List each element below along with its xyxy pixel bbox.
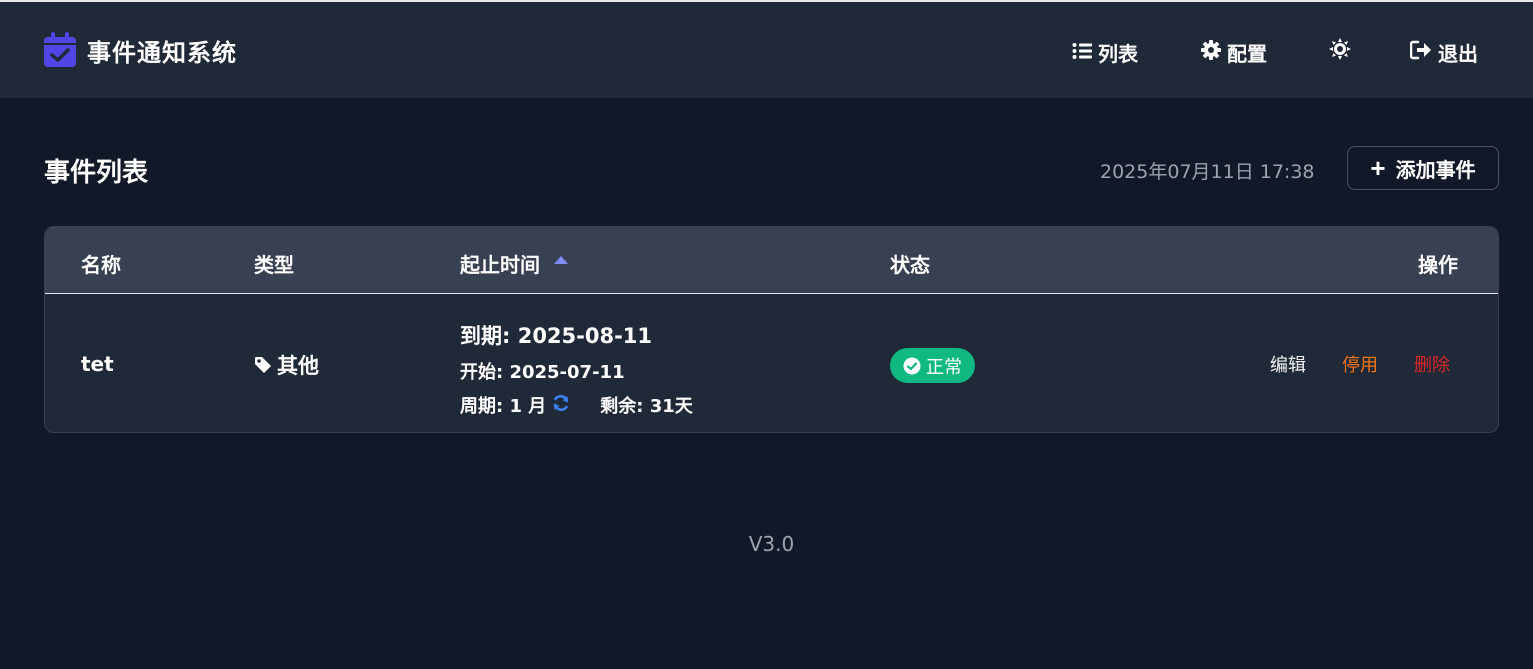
nav-list[interactable]: 列表 (1072, 38, 1138, 67)
nav-logout-label: 退出 (1438, 42, 1478, 66)
sort-asc-icon (554, 255, 568, 264)
page-title: 事件列表 (44, 158, 149, 188)
column-name: 名称 (81, 253, 121, 277)
plus-icon: + (1370, 152, 1386, 183)
nav-logout[interactable]: 退出 (1409, 38, 1478, 67)
column-type: 类型 (254, 253, 294, 277)
tag-icon (255, 357, 271, 373)
current-datetime: 2025年07月11日 17:38 (1100, 161, 1315, 183)
events-table: 名称 类型 起止时间 状态 操作 tet 其他 到期: 2025-08-11 开… (44, 226, 1499, 433)
status-badge: 正常 (890, 348, 975, 383)
nav-list-label: 列表 (1098, 42, 1138, 66)
nav-config-label: 配置 (1227, 42, 1267, 66)
sign-out-icon (1409, 40, 1432, 65)
refresh-icon (552, 394, 570, 417)
event-name: tet (81, 352, 114, 376)
list-icon (1072, 41, 1092, 65)
event-type: 其他 (254, 350, 319, 380)
event-start: 开始: 2025-07-11 (460, 362, 625, 383)
disable-link[interactable]: 停用 (1342, 351, 1378, 377)
sun-icon (1329, 38, 1351, 65)
theme-toggle[interactable] (1329, 38, 1357, 65)
event-remaining: 剩余: 31天 (600, 396, 693, 417)
event-cycle: 周期: 1 月 (460, 396, 547, 417)
edit-link[interactable]: 编辑 (1270, 351, 1306, 377)
add-event-button[interactable]: + 添加事件 (1347, 146, 1499, 190)
add-event-label: 添加事件 (1395, 159, 1476, 182)
check-circle-icon (903, 357, 921, 374)
table-header: 名称 类型 起止时间 状态 操作 (45, 227, 1498, 294)
event-cycle-row: 周期: 1 月 剩余: 31天 (460, 392, 693, 418)
column-time-sortable[interactable]: 起止时间 (460, 249, 568, 278)
brand[interactable]: 事件通知系统 (43, 32, 237, 68)
event-type-label: 其他 (277, 354, 319, 378)
nav-config[interactable]: 配置 (1201, 38, 1267, 67)
table-row: tet 其他 到期: 2025-08-11 开始: 2025-07-11 周期:… (45, 294, 1498, 432)
gear-icon (1201, 40, 1221, 65)
version-label: V3.0 (748, 532, 795, 556)
app-header: 事件通知系统 列表 配置 退出 (0, 2, 1533, 98)
delete-link[interactable]: 删除 (1414, 351, 1450, 377)
app-title: 事件通知系统 (87, 38, 237, 67)
column-status: 状态 (890, 253, 930, 277)
calendar-check-icon (43, 32, 77, 68)
status-label: 正常 (926, 356, 962, 378)
column-time-label: 起止时间 (460, 253, 540, 277)
event-time: 到期: 2025-08-11 开始: 2025-07-11 周期: 1 月 剩余… (460, 320, 693, 418)
event-due: 到期: 2025-08-11 (460, 324, 653, 348)
column-ops: 操作 (1418, 253, 1458, 277)
